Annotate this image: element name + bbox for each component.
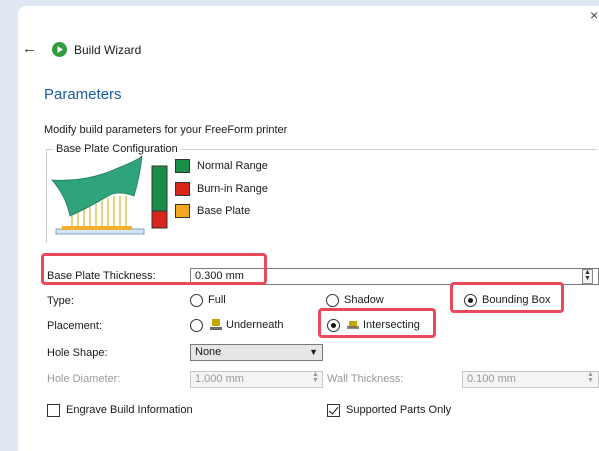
hole-shape-label: Hole Shape:	[47, 347, 108, 359]
chevron-down-icon: ▼	[309, 347, 318, 357]
wizard-title: Build Wizard	[74, 43, 142, 57]
legend-swatch-green	[175, 159, 190, 173]
wall-thickness-spinner[interactable]: ▲ ▼	[585, 371, 596, 387]
underneath-icon	[210, 319, 222, 330]
hole-shape-dropdown[interactable]: None ▼	[190, 344, 323, 361]
intersecting-icon	[347, 321, 359, 329]
checkbox-box	[47, 404, 60, 417]
radio-circle	[326, 294, 339, 307]
base-plate-config-label: Base Plate Configuration	[53, 143, 181, 155]
back-arrow-icon[interactable]: ←	[22, 41, 37, 57]
section-title: Parameters	[44, 86, 122, 103]
close-icon[interactable]: ×	[590, 8, 598, 22]
radio-circle-checked	[327, 319, 340, 332]
thickness-input[interactable]: 0.300 mm	[190, 268, 599, 285]
radio-circle-checked	[464, 294, 477, 307]
section-subtitle: Modify build parameters for your FreeFor…	[44, 124, 288, 136]
hole-diameter-label: Hole Diameter:	[47, 373, 121, 385]
radio-circle	[190, 319, 203, 332]
type-label: Type:	[47, 295, 74, 307]
legend-swatch-orange	[175, 204, 190, 218]
thickness-spinner[interactable]: ▲ ▼	[582, 269, 593, 284]
thickness-label: Base Plate Thickness:	[47, 270, 156, 282]
app-play-icon	[52, 42, 67, 57]
base-plate-illustration	[51, 156, 168, 235]
build-wizard-dialog: × ← Build Wizard Parameters Modify build…	[18, 6, 599, 451]
checkbox-box-checked	[327, 404, 340, 417]
placement-label: Placement:	[47, 320, 103, 332]
wall-thickness-label: Wall Thickness:	[327, 373, 404, 385]
hole-diameter-input[interactable]: 1.000 mm	[190, 371, 323, 388]
radio-circle	[190, 294, 203, 307]
hole-diameter-spinner[interactable]: ▲ ▼	[310, 371, 321, 387]
wall-thickness-input[interactable]: 0.100 mm	[462, 371, 599, 388]
legend-swatch-red	[175, 182, 190, 196]
